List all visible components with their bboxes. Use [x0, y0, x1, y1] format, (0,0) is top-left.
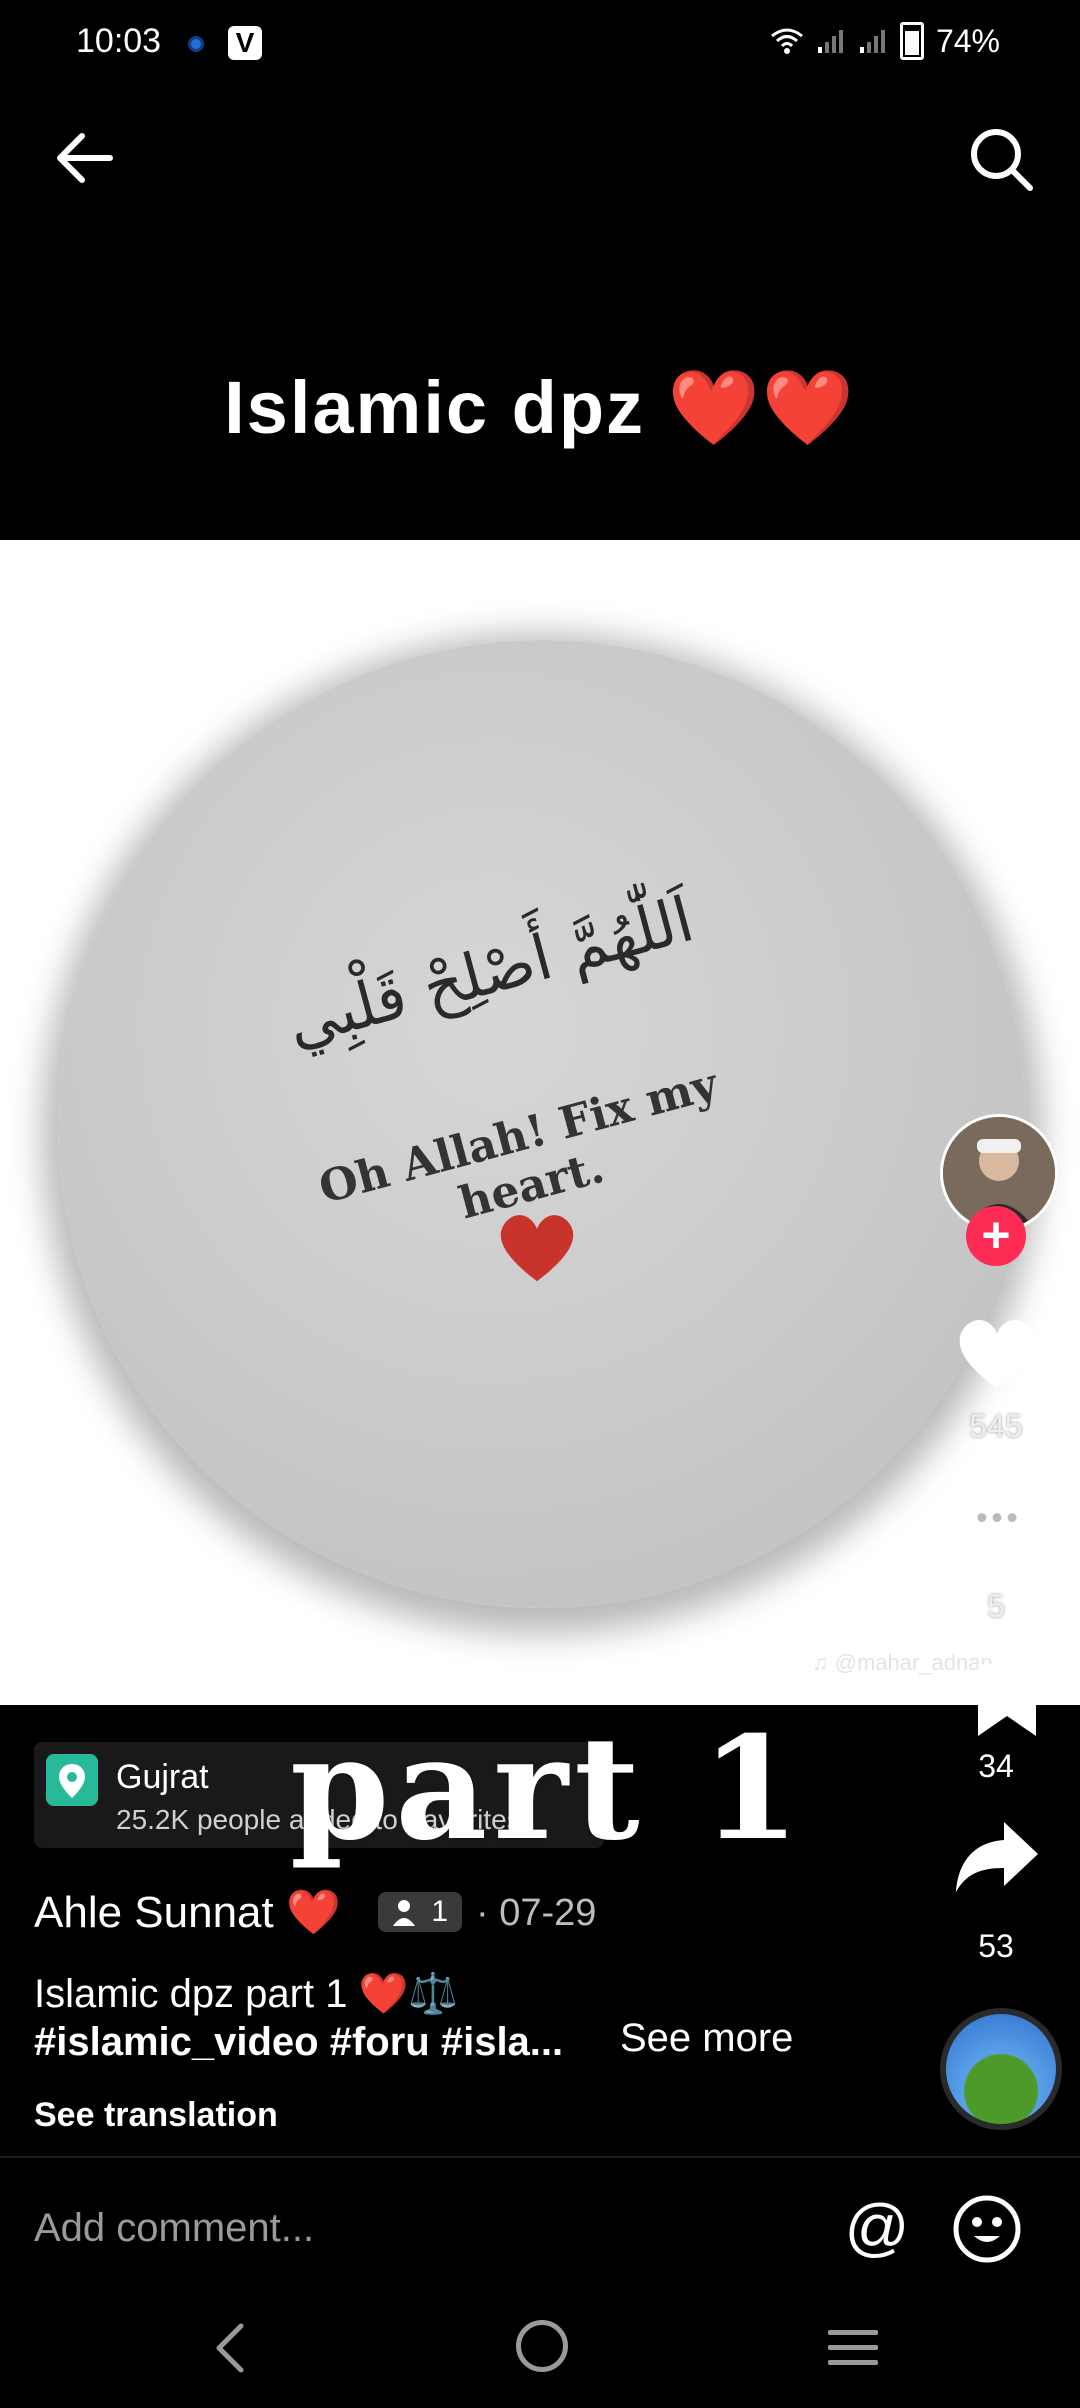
music-disc-icon[interactable] [940, 2008, 1062, 2130]
location-pin-icon [46, 1754, 98, 1806]
signal-icon-2 [859, 30, 885, 53]
app-notification-icon: V [228, 26, 262, 60]
bookmark-count: 34 [978, 1748, 1014, 1784]
part-overlay-text: part 1 [290, 1706, 806, 1872]
caption-hashtags[interactable]: #islamic_video #foru #isla... [34, 2020, 563, 2065]
author-name[interactable]: Ahle Sunnat ❤️ [34, 1886, 341, 1938]
back-button[interactable] [50, 128, 120, 188]
mention-button[interactable]: @ [842, 2194, 912, 2264]
share-button[interactable] [952, 1816, 1042, 1896]
nav-recents-button[interactable] [826, 2328, 880, 2368]
collab-count: 1 [431, 1895, 448, 1928]
bookmark-button[interactable] [962, 1660, 1052, 1740]
caption-text: Islamic dpz part 1 ❤️⚖️ [34, 1972, 459, 2016]
share-count: 53 [978, 1928, 1014, 1964]
nav-back-button[interactable] [205, 2318, 255, 2378]
like-count: 545 [969, 1408, 1023, 1444]
location-name[interactable]: Gujrat [116, 1758, 209, 1797]
search-button[interactable] [966, 124, 1036, 194]
video-title: Islamic dpz ❤️❤️ [224, 366, 856, 449]
heart-icon [500, 1215, 574, 1282]
notification-dot-icon [188, 36, 204, 52]
nav-home-button[interactable] [516, 2320, 568, 2372]
status-time: 10:03 [76, 22, 162, 60]
signal-icon [817, 30, 843, 53]
see-more-button[interactable]: See more [620, 2016, 793, 2061]
comment-button[interactable] [952, 1482, 1042, 1562]
collab-badge[interactable]: 1 [378, 1892, 462, 1932]
wifi-icon [771, 28, 803, 54]
post-date: · 07-29 [476, 1892, 597, 1934]
like-button[interactable] [952, 1312, 1042, 1392]
emoji-button[interactable] [950, 2192, 1024, 2266]
battery-percent: 74% [935, 22, 1000, 59]
divider [0, 2156, 1080, 2158]
battery-icon [899, 22, 924, 60]
see-translation-button[interactable]: See translation [34, 2096, 278, 2135]
person-icon [393, 1900, 415, 1926]
status-indicators: 74% [770, 22, 1000, 60]
comment-count: 5 [987, 1588, 1005, 1624]
follow-button[interactable]: + [966, 1206, 1026, 1266]
add-comment-input[interactable]: Add comment... [34, 2206, 314, 2251]
